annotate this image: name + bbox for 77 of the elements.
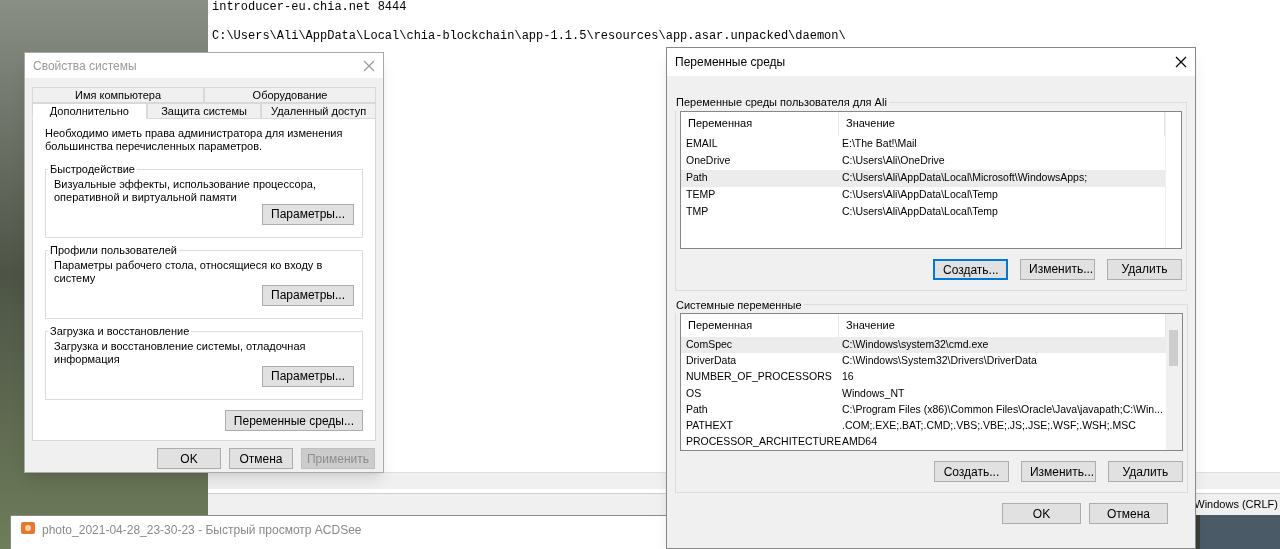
editor-line: C:\Users\Ali\AppData\Local\chia-blockchain\app-1.1.5\resources\app.asar.unpacked\daemon\: [212, 29, 847, 44]
variable-value: 16: [841, 369, 855, 385]
dialog-button[interactable]: Отмена: [229, 448, 293, 469]
dialog-button[interactable]: Создать...: [933, 461, 1009, 482]
variable-row[interactable]: PROCESSOR_ARCHITECTUREAMD64: [681, 433, 1166, 450]
tab[interactable]: Защита системы: [146, 103, 262, 119]
dialog-button[interactable]: Удалить: [1107, 461, 1183, 482]
dialog-button[interactable]: Переменные среды...: [224, 410, 363, 431]
column-header[interactable]: Значение: [839, 111, 1165, 136]
column-header[interactable]: Переменная: [681, 111, 839, 136]
group-description: Параметры рабочего стола, относящиеся ко входу в систему: [54, 258, 324, 285]
variable-name: PATHEXT: [685, 417, 734, 433]
variable-row[interactable]: DriverData C:\Windows\System32\Drivers\DriverData: [681, 353, 1166, 370]
group-title: Системные переменные: [675, 297, 803, 313]
tab[interactable]: Дополнительно: [32, 103, 147, 119]
variable-name: DriverData: [685, 353, 738, 369]
variable-name: NUMBER_OF_PROCESSORS: [685, 369, 833, 385]
group-title: Быстродействие: [49, 162, 136, 177]
dialog-button[interactable]: Удалить: [1107, 258, 1182, 280]
variable-value: C:\Windows\system32\cmd.exe: [841, 337, 990, 353]
variable-row[interactable]: PATHEXT .COM;.EXE;.BAT;.CMD;.VBS;.VBE;.JS;.JSE;.WSF;.WSH;.MSC: [681, 417, 1166, 434]
variable-value: C:\Users\Ali\AppData\Local\Temp: [841, 187, 999, 203]
dialog-button[interactable]: Создать...: [933, 258, 1008, 280]
window-title: photo_2021-04-28_23-30-23 - Быстрый просмотр ACDSee: [42, 522, 362, 539]
variable-row[interactable]: Path C:\Program Files (x86)\Common Files\Oracle\Java\javapath;C:\Win...: [681, 401, 1166, 418]
variable-name: Path: [685, 401, 709, 417]
scrollbar[interactable]: [1165, 314, 1182, 450]
status-text: Windows (CRLF): [1194, 497, 1279, 513]
variable-value: C:\Users\Ali\AppData\Local\Temp: [841, 204, 999, 220]
variable-row[interactable]: EMAIL E:\The Bat!\Mail: [681, 135, 1165, 153]
group-title: Переменные среды пользователя для Ali: [675, 95, 888, 110]
dialog-button[interactable]: OK: [1002, 503, 1081, 524]
variable-value: E:\The Bat!\Mail: [841, 136, 918, 152]
group-description: Загрузка и восстановление системы, отладочная информация: [54, 339, 307, 366]
tab[interactable]: Удаленный доступ: [261, 103, 376, 119]
close-icon[interactable]: [1175, 56, 1187, 68]
variable-value: AMD64: [841, 434, 878, 450]
group-title: Загрузка и восстановление: [49, 324, 191, 339]
variable-value: Windows_NT: [841, 385, 906, 401]
editor-line: introducer-eu.chia.net 8444: [212, 0, 408, 15]
window-title: Переменные среды: [675, 54, 786, 71]
variable-name: Path: [685, 170, 709, 186]
variable-name: OneDrive: [685, 153, 732, 169]
window-title: Свойства системы: [33, 57, 137, 75]
tab[interactable]: Оборудование: [204, 87, 376, 103]
admin-note: Необходимо иметь права администратора для изменения большинства перечисленных параметров.: [45, 127, 344, 153]
dialog-button[interactable]: Изменить...: [1020, 461, 1096, 482]
variable-name: TMP: [685, 204, 710, 220]
app-icon: [20, 521, 36, 535]
variable-name: ComSpec: [685, 337, 734, 353]
dialog-button[interactable]: Параметры...: [262, 365, 354, 387]
variable-row[interactable]: NUMBER_OF_PROCESSORS 16: [681, 369, 1166, 386]
variable-name: EMAIL: [685, 136, 719, 152]
dialog-button[interactable]: Параметры...: [262, 284, 354, 306]
variable-name: OS: [685, 385, 703, 401]
group-title: Профили пользователей: [49, 243, 178, 258]
variable-name: PROCESSOR_ARCHITECTURE: [685, 434, 839, 450]
variable-value: C:\Windows\System32\Drivers\DriverData: [841, 353, 1038, 369]
dialog-button[interactable]: Отмена: [1089, 503, 1168, 524]
variable-value: C:\Users\Ali\AppData\Local\Microsoft\WindowsApps;: [841, 170, 1089, 186]
dialog-button[interactable]: Параметры...: [262, 203, 354, 225]
variable-row[interactable]: OS Windows_NT: [681, 385, 1166, 402]
group-description: Визуальные эффекты, использование процессора, оперативной и виртуальной памяти: [54, 177, 317, 204]
variable-row[interactable]: OneDrive C:\Users\Ali\OneDrive: [681, 152, 1165, 170]
column-header[interactable]: Значение: [839, 314, 1166, 337]
variable-name: TEMP: [685, 187, 717, 203]
column-header[interactable]: Переменная: [681, 314, 839, 337]
variable-row[interactable]: TMP C:\Users\Ali\AppData\Local\Temp: [681, 203, 1165, 221]
dialog-button[interactable]: Изменить...: [1020, 258, 1095, 280]
dialog-button[interactable]: OK: [157, 448, 221, 469]
tab[interactable]: Имя компьютера: [32, 87, 204, 103]
variable-row[interactable]: TEMP C:\Users\Ali\AppData\Local\Temp: [681, 186, 1165, 204]
variable-value: .COM;.EXE;.BAT;.CMD;.VBS;.VBE;.JS;.JSE;.WSF;.WSH;.MSC: [841, 417, 1137, 433]
variable-value: C:\Users\Ali\OneDrive: [841, 153, 946, 169]
variable-value: C:\Program Files (x86)\Common Files\Oracle\Java\javapath;C:\Win...: [841, 401, 1164, 417]
variable-row[interactable]: ComSpec C:\Windows\system32\cmd.exe: [681, 336, 1166, 353]
variable-row[interactable]: Path C:\Users\Ali\AppData\Local\Microsoft\WindowsApps;: [681, 169, 1165, 187]
